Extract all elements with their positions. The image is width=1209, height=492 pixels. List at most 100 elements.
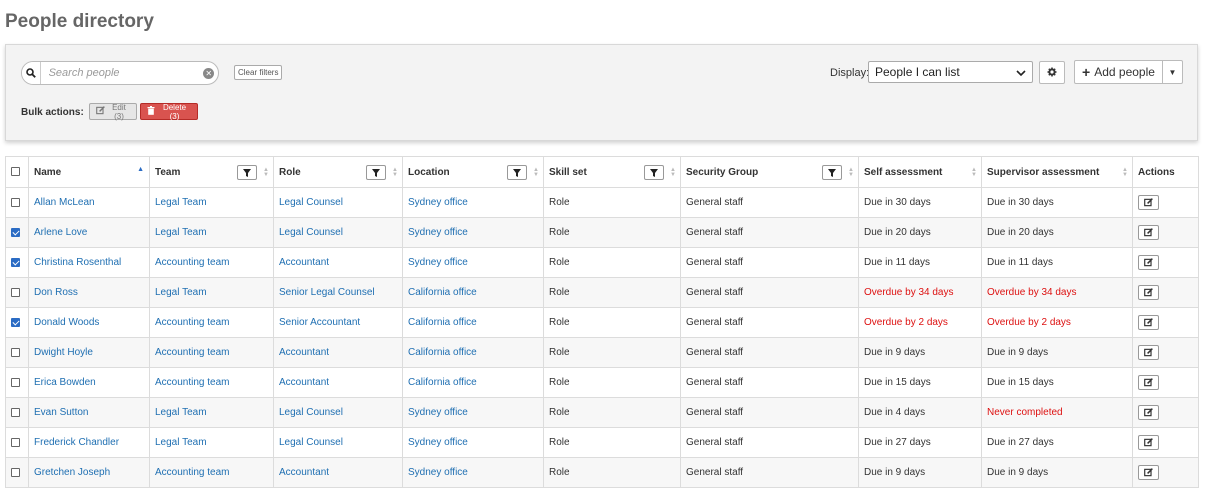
search-icon[interactable] <box>22 62 41 84</box>
clear-filters-button[interactable]: Clear filters <box>234 65 283 80</box>
sort-icon: ▲ ▼ <box>263 167 269 178</box>
supervisor-assessment-cell: Never completed <box>981 397 1133 428</box>
role-link[interactable]: Legal Counsel <box>273 187 403 218</box>
location-link[interactable]: California office <box>402 307 544 338</box>
column-header-supervisor-assessment[interactable]: Supervisor assessment ▲ ▼ <box>981 156 1133 188</box>
location-filter-button[interactable] <box>507 165 527 180</box>
row-select-cell <box>5 307 29 338</box>
row-checkbox[interactable] <box>11 197 20 207</box>
name-link[interactable]: Evan Sutton <box>28 397 150 428</box>
row-checkbox[interactable] <box>11 287 20 297</box>
location-link[interactable]: Sydney office <box>402 217 544 248</box>
sort-icon: ▲ ▼ <box>533 167 539 178</box>
people-table: Name ▲ Team ▲ ▼ Role ▲ ▼ Location ▲ ▼ Skill … <box>5 156 1199 488</box>
role-link[interactable]: Legal Counsel <box>273 217 403 248</box>
role-link[interactable]: Legal Counsel <box>273 427 403 458</box>
edit-row-button[interactable] <box>1138 195 1159 210</box>
clear-search-icon[interactable]: ✕ <box>200 62 218 84</box>
select-all-header <box>5 156 29 188</box>
edit-row-button[interactable] <box>1138 465 1159 480</box>
team-link[interactable]: Legal Team <box>149 397 274 428</box>
column-header-role[interactable]: Role ▲ ▼ <box>273 156 403 188</box>
team-link[interactable]: Legal Team <box>149 187 274 218</box>
role-link[interactable]: Accountant <box>273 247 403 278</box>
select-all-checkbox[interactable] <box>11 167 20 177</box>
location-link[interactable]: Sydney office <box>402 397 544 428</box>
edit-row-button[interactable] <box>1138 375 1159 390</box>
role-filter-button[interactable] <box>366 165 386 180</box>
column-header-team[interactable]: Team ▲ ▼ <box>149 156 274 188</box>
team-link[interactable]: Accounting team <box>149 457 274 488</box>
team-link[interactable]: Accounting team <box>149 367 274 398</box>
name-link[interactable]: Erica Bowden <box>28 367 150 398</box>
role-link[interactable]: Senior Legal Counsel <box>273 277 403 308</box>
name-link[interactable]: Arlene Love <box>28 217 150 248</box>
row-checkbox[interactable] <box>11 407 20 417</box>
bulk-edit-button[interactable]: Edit (3) <box>89 103 137 121</box>
column-header-security-group[interactable]: Security Group ▲ ▼ <box>680 156 859 188</box>
role-link[interactable]: Accountant <box>273 457 403 488</box>
row-select-cell <box>5 277 29 308</box>
table-row: Allan McLean Legal Team Legal Counsel Sydne… <box>5 187 1199 218</box>
row-checkbox[interactable] <box>11 467 20 477</box>
edit-row-button[interactable] <box>1138 345 1159 360</box>
filter-panel: ✕ Clear filters Display: People I can li… <box>5 44 1198 141</box>
settings-button[interactable] <box>1039 61 1065 84</box>
role-link[interactable]: Senior Accountant <box>273 307 403 338</box>
add-people-dropdown-toggle[interactable]: ▼ <box>1163 61 1182 83</box>
name-link[interactable]: Don Ross <box>28 277 150 308</box>
role-link[interactable]: Accountant <box>273 367 403 398</box>
display-select-value: People I can list <box>875 65 960 79</box>
column-header-location[interactable]: Location ▲ ▼ <box>402 156 544 188</box>
team-link[interactable]: Legal Team <box>149 217 274 248</box>
edit-row-button[interactable] <box>1138 435 1159 450</box>
display-select[interactable]: People I can list <box>868 61 1033 83</box>
location-link[interactable]: Sydney office <box>402 427 544 458</box>
location-link[interactable]: California office <box>402 367 544 398</box>
name-link[interactable]: Dwight Hoyle <box>28 337 150 368</box>
security-group-filter-button[interactable] <box>822 165 842 180</box>
name-link[interactable]: Gretchen Joseph <box>28 457 150 488</box>
row-checkbox[interactable] <box>11 437 20 447</box>
location-link[interactable]: California office <box>402 337 544 368</box>
location-link[interactable]: California office <box>402 277 544 308</box>
location-link[interactable]: Sydney office <box>402 247 544 278</box>
column-header-skill-set[interactable]: Skill set ▲ ▼ <box>543 156 681 188</box>
row-checkbox[interactable] <box>11 347 20 357</box>
location-link[interactable]: Sydney office <box>402 457 544 488</box>
row-checkbox[interactable] <box>11 377 20 387</box>
edit-row-button[interactable] <box>1138 315 1159 330</box>
team-filter-button[interactable] <box>237 165 257 180</box>
name-link[interactable]: Allan McLean <box>28 187 150 218</box>
skill-set-filter-button[interactable] <box>644 165 664 180</box>
security-group-cell: General staff <box>680 457 859 488</box>
bulk-delete-button[interactable]: Delete (3) <box>140 103 198 121</box>
name-link[interactable]: Donald Woods <box>28 307 150 338</box>
name-link[interactable]: Frederick Chandler <box>28 427 150 458</box>
row-checkbox[interactable] <box>11 257 20 267</box>
self-assessment-cell: Due in 9 days <box>858 337 982 368</box>
team-link[interactable]: Legal Team <box>149 277 274 308</box>
edit-row-button[interactable] <box>1138 285 1159 300</box>
column-header-name[interactable]: Name ▲ <box>28 156 150 188</box>
edit-row-button[interactable] <box>1138 255 1159 270</box>
row-checkbox[interactable] <box>11 227 20 237</box>
edit-row-button[interactable] <box>1138 225 1159 240</box>
location-link[interactable]: Sydney office <box>402 187 544 218</box>
team-link[interactable]: Accounting team <box>149 307 274 338</box>
name-link[interactable]: Christina Rosenthal <box>28 247 150 278</box>
edit-row-button[interactable] <box>1138 405 1159 420</box>
role-link[interactable]: Legal Counsel <box>273 397 403 428</box>
sort-icon: ▲ ▼ <box>971 167 977 178</box>
table-row: Dwight Hoyle Accounting team Accountant Cal… <box>5 337 1199 368</box>
row-checkbox[interactable] <box>11 317 20 327</box>
team-link[interactable]: Legal Team <box>149 427 274 458</box>
add-people-button[interactable]: + Add people <box>1075 61 1163 83</box>
search-input[interactable] <box>40 62 200 84</box>
column-header-self-assessment[interactable]: Self assessment ▲ ▼ <box>858 156 982 188</box>
column-label: Skill set <box>549 166 587 178</box>
team-link[interactable]: Accounting team <box>149 247 274 278</box>
team-link[interactable]: Accounting team <box>149 337 274 368</box>
supervisor-assessment-cell: Due in 9 days <box>981 457 1133 488</box>
role-link[interactable]: Accountant <box>273 337 403 368</box>
